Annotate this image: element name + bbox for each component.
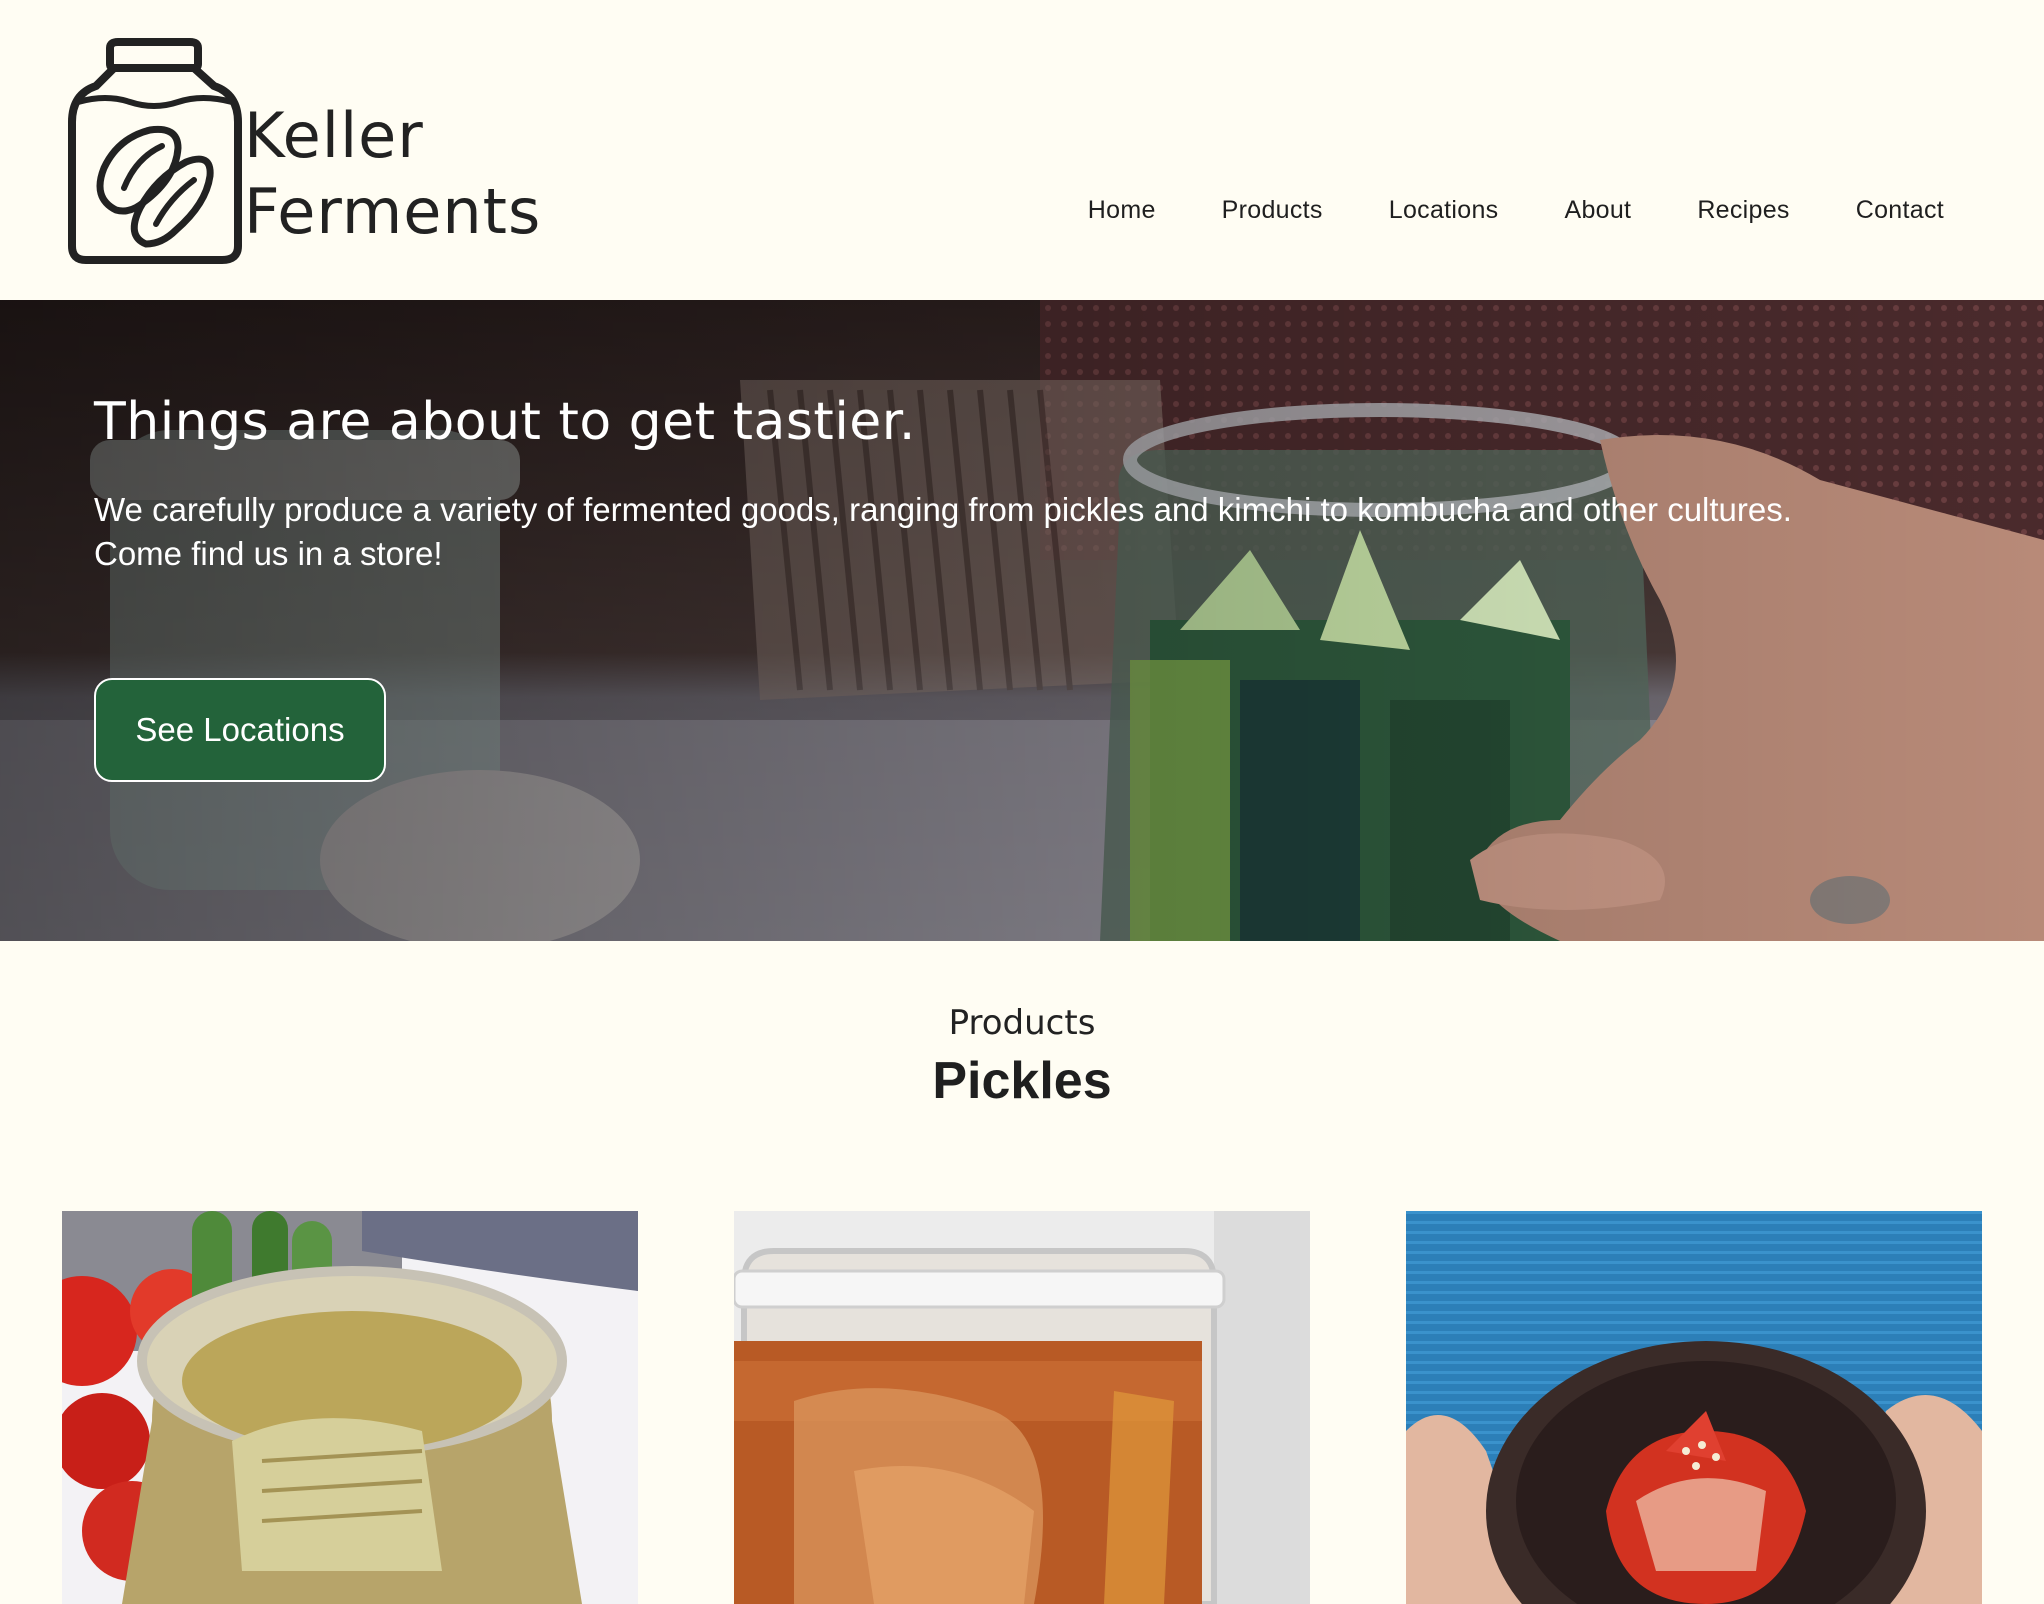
nav-recipes[interactable]: Recipes <box>1697 196 1789 225</box>
pickle-jar-icon <box>68 38 242 264</box>
see-locations-button[interactable]: See Locations <box>94 678 386 782</box>
brand-name-line1: Keller <box>244 99 424 172</box>
kimchi-bowl-photo <box>1406 1211 1982 1604</box>
nav-locations[interactable]: Locations <box>1389 196 1499 225</box>
hero-description: We carefully produce a variety of fermen… <box>94 491 1792 572</box>
brand-name: Keller Ferments <box>244 98 564 250</box>
brand-logo-link[interactable]: Keller Ferments <box>66 38 566 264</box>
hero-banner: Things are about to get tastier. We care… <box>0 300 2044 941</box>
main-nav: Home Products Locations About Recipes Co… <box>1022 196 1944 225</box>
nav-contact[interactable]: Contact <box>1856 196 1944 225</box>
section-eyebrow: Products <box>948 1003 1096 1043</box>
nav-about[interactable]: About <box>1564 196 1631 225</box>
site-header: Keller Ferments Home Products Locations … <box>0 0 2044 300</box>
section-title: Pickles <box>932 1052 1112 1110</box>
nav-products[interactable]: Products <box>1222 196 1323 225</box>
products-section: Products Pickles <box>0 941 2044 1604</box>
product-card-kimchi[interactable] <box>1406 1211 1982 1604</box>
product-card-pickles[interactable] <box>62 1211 638 1604</box>
kombucha-jar-photo <box>734 1211 1310 1604</box>
brand-name-line2: Ferments <box>244 175 542 248</box>
product-card-kombucha[interactable] <box>734 1211 1310 1604</box>
nav-home[interactable]: Home <box>1088 196 1156 225</box>
pickle-jar-photo <box>62 1211 638 1604</box>
hero-title: Things are about to get tastier. <box>94 392 916 452</box>
